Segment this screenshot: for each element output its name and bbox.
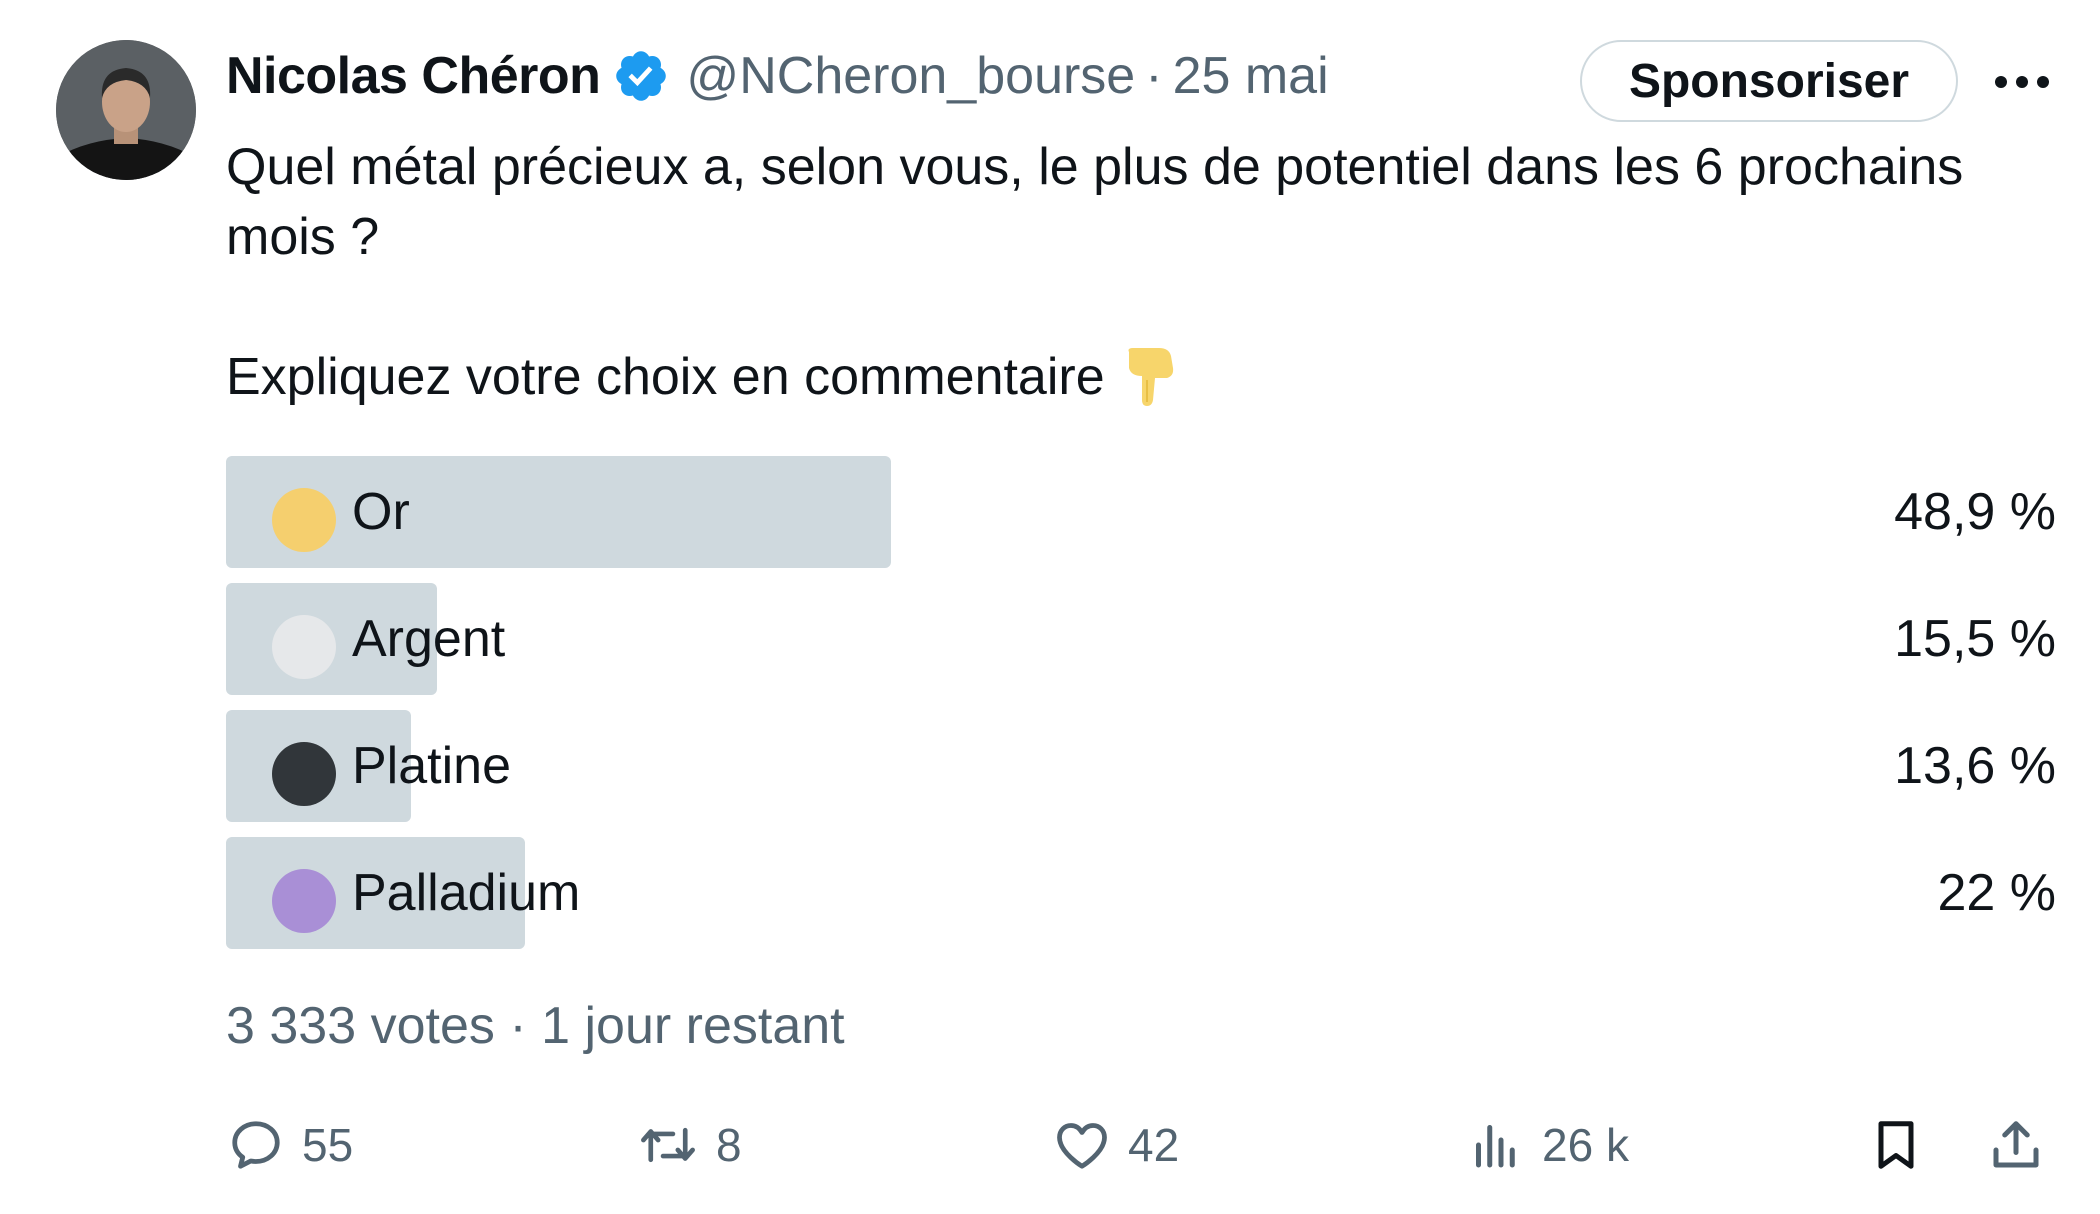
pointing-down-emoji-icon	[1123, 346, 1177, 408]
poll: Or 48,9 % Argent 15,5 % Platine 13,6 % P…	[226, 456, 2056, 964]
like-count: 42	[1128, 1119, 1180, 1171]
tweet-header: Nicolas Chéron @NCheron_bourse · 25 mai	[226, 44, 1329, 108]
author-handle[interactable]: @NCheron_bourse	[686, 46, 1135, 106]
share-button[interactable]	[1986, 1110, 2046, 1180]
share-upload-icon	[1986, 1115, 2046, 1175]
more-icon[interactable]	[1990, 58, 2054, 106]
bookmark-button[interactable]	[1866, 1110, 1926, 1180]
tweet-date[interactable]: 25 mai	[1173, 46, 1329, 106]
avatar[interactable]	[56, 40, 196, 180]
poll-option-label: Palladium	[352, 864, 581, 922]
poll-option-dot	[272, 742, 336, 806]
poll-option-dot	[272, 615, 336, 679]
poll-meta: 3 333 votes · 1 jour restant	[226, 996, 845, 1056]
poll-votes: 3 333 votes	[226, 997, 495, 1055]
views-count: 26 k	[1542, 1119, 1629, 1171]
reply-button[interactable]: 55	[226, 1110, 353, 1180]
retweet-icon	[636, 1115, 700, 1175]
verified-badge-icon[interactable]	[612, 47, 670, 105]
poll-remaining: 1 jour restant	[541, 997, 845, 1055]
bookmark-icon	[1866, 1115, 1926, 1175]
author-name[interactable]: Nicolas Chéron	[226, 46, 601, 106]
poll-option[interactable]: Palladium 22 %	[226, 837, 2056, 949]
poll-option[interactable]: Platine 13,6 %	[226, 710, 2056, 822]
poll-option-percent: 22 %	[1937, 864, 2056, 922]
tweet-text-cta: Expliquez votre choix en commentaire	[226, 348, 1105, 406]
action-bar: 55 8 42 26 k	[226, 1110, 2056, 1180]
tweet-text-line: Quel métal précieux a, selon vous, le pl…	[226, 138, 1964, 266]
poll-option-label: Platine	[352, 737, 511, 795]
poll-option-dot	[272, 488, 336, 552]
retweet-count: 8	[716, 1119, 742, 1171]
tweet: Nicolas Chéron @NCheron_bourse · 25 mai …	[0, 0, 2100, 1214]
tweet-text-line-2: Expliquez votre choix en commentaire	[226, 342, 2066, 412]
poll-option-percent: 13,6 %	[1894, 737, 2056, 795]
poll-option[interactable]: Argent 15,5 %	[226, 583, 2056, 695]
poll-option-dot	[272, 869, 336, 933]
views-chart-icon	[1466, 1115, 1526, 1175]
views-button[interactable]: 26 k	[1466, 1110, 1629, 1180]
header-separator: ·	[1145, 47, 1163, 105]
sponsor-button[interactable]: Sponsoriser	[1580, 40, 1958, 122]
retweet-button[interactable]: 8	[636, 1110, 742, 1180]
like-button[interactable]: 42	[1052, 1110, 1179, 1180]
poll-option-percent: 48,9 %	[1894, 483, 2056, 541]
poll-option[interactable]: Or 48,9 %	[226, 456, 2056, 568]
heart-icon	[1052, 1115, 1112, 1175]
reply-count: 55	[302, 1119, 354, 1171]
poll-option-percent: 15,5 %	[1894, 610, 2056, 668]
tweet-text: Quel métal précieux a, selon vous, le pl…	[226, 132, 2066, 412]
reply-icon	[226, 1115, 286, 1175]
poll-option-label: Or	[352, 483, 410, 541]
poll-meta-separator: ·	[509, 997, 527, 1055]
poll-option-label: Argent	[352, 610, 506, 668]
